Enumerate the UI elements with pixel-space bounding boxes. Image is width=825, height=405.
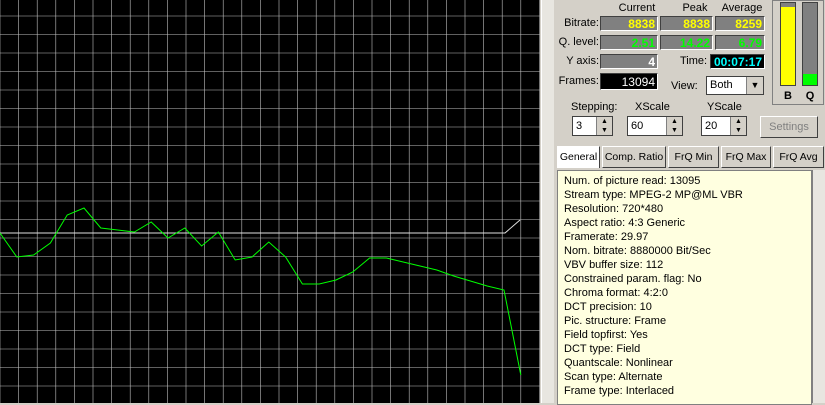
settings-button[interactable]: Settings [760,116,818,138]
qlevel-label: Q. level: [558,36,599,48]
b-meter-label: B [784,90,792,102]
spin-down-icon[interactable]: ▼ [731,126,746,135]
frames-value: 13094 [600,73,658,90]
bitrate-current: 8838 [600,16,658,31]
list-item: Stream type: MPEG-2 MP@ML VBR [564,189,743,201]
level-meters: B Q [772,0,824,105]
xscale-spinner[interactable]: 60 ▲ ▼ [627,116,683,136]
bitrate-peak: 8838 [660,16,713,31]
list-item: VBV buffer size: 112 [564,259,664,271]
stepping-value: 3 [576,120,583,132]
list-item: Num. of picture read: 13095 [564,175,701,187]
info-list: Num. of picture read: 13095 Stream type:… [557,170,812,405]
q-meter-label: Q [805,90,815,102]
time-value: 00:07:17 [710,54,765,69]
b-meter-fill [781,7,795,85]
view-label: View: [671,80,698,92]
b-meter [780,2,796,86]
tab-frq-min[interactable]: FrQ Min [668,146,719,168]
list-item: DCT precision: 10 [564,301,652,313]
info-scrollbar[interactable] [812,170,825,403]
qlevel-current: 2.51 [600,35,658,50]
qlevel-average: 6.79 [715,35,765,50]
stepping-spinner[interactable]: 3 ▲ ▼ [572,116,613,136]
view-select[interactable]: Both ▼ [706,76,764,95]
stepping-label: Stepping: [571,101,618,113]
bitrate-label: Bitrate: [564,17,599,29]
list-item: Quantscale: Nonlinear [564,357,673,369]
col-current-header: Current [618,2,656,14]
yaxis-value: 4 [600,54,658,69]
spin-down-icon[interactable]: ▼ [597,126,612,135]
yscale-value: 20 [705,120,718,132]
graph-canvas [0,0,540,403]
spin-up-icon[interactable]: ▲ [667,117,682,126]
list-item: Pic. structure: Frame [564,315,667,327]
xscale-label: XScale [635,101,670,113]
list-item: Frame type: Interlaced [564,385,675,397]
yscale-spinner[interactable]: 20 ▲ ▼ [701,116,747,136]
spin-down-icon[interactable]: ▼ [667,126,682,135]
xscale-value: 60 [631,120,644,132]
list-item: Nom. bitrate: 8880000 Bit/Sec [564,245,711,257]
tab-comp-ratio[interactable]: Comp. Ratio [602,146,666,168]
tab-frq-avg[interactable]: FrQ Avg [773,146,824,168]
list-item: Constrained param. flag: No [564,273,702,285]
spin-up-icon[interactable]: ▲ [731,117,746,126]
bitrate-graph [0,0,540,403]
q-meter-fill [803,73,817,85]
q-meter [802,2,818,86]
list-item: Resolution: 720*480 [564,203,664,215]
view-select-value: Both [710,79,733,91]
graph-scrollbar[interactable] [541,0,554,403]
list-item: Framerate: 29.97 [564,231,649,243]
frames-label: Frames: [558,75,599,87]
qlevel-peak: 14.22 [660,35,713,50]
list-item: Chroma format: 4:2:0 [564,287,668,299]
time-label: Time: [680,55,708,67]
average-line [0,219,521,234]
list-item: DCT type: Field [564,343,641,355]
stats-panel: Current Peak Average Bitrate: 8838 8838 … [555,0,825,405]
chevron-down-icon[interactable]: ▼ [746,77,763,94]
spin-up-icon[interactable]: ▲ [597,117,612,126]
list-item: Scan type: Alternate [564,371,663,383]
list-item: Aspect ratio: 4:3 Generic [564,217,686,229]
col-average-header: Average [721,2,763,14]
yscale-label: YScale [707,101,742,113]
yaxis-label: Y axis: [566,55,599,67]
tab-general[interactable]: General [557,146,600,168]
tab-frq-max[interactable]: FrQ Max [721,146,771,168]
list-item: Field topfirst: Yes [564,329,648,341]
bitrate-average: 8259 [715,16,765,31]
